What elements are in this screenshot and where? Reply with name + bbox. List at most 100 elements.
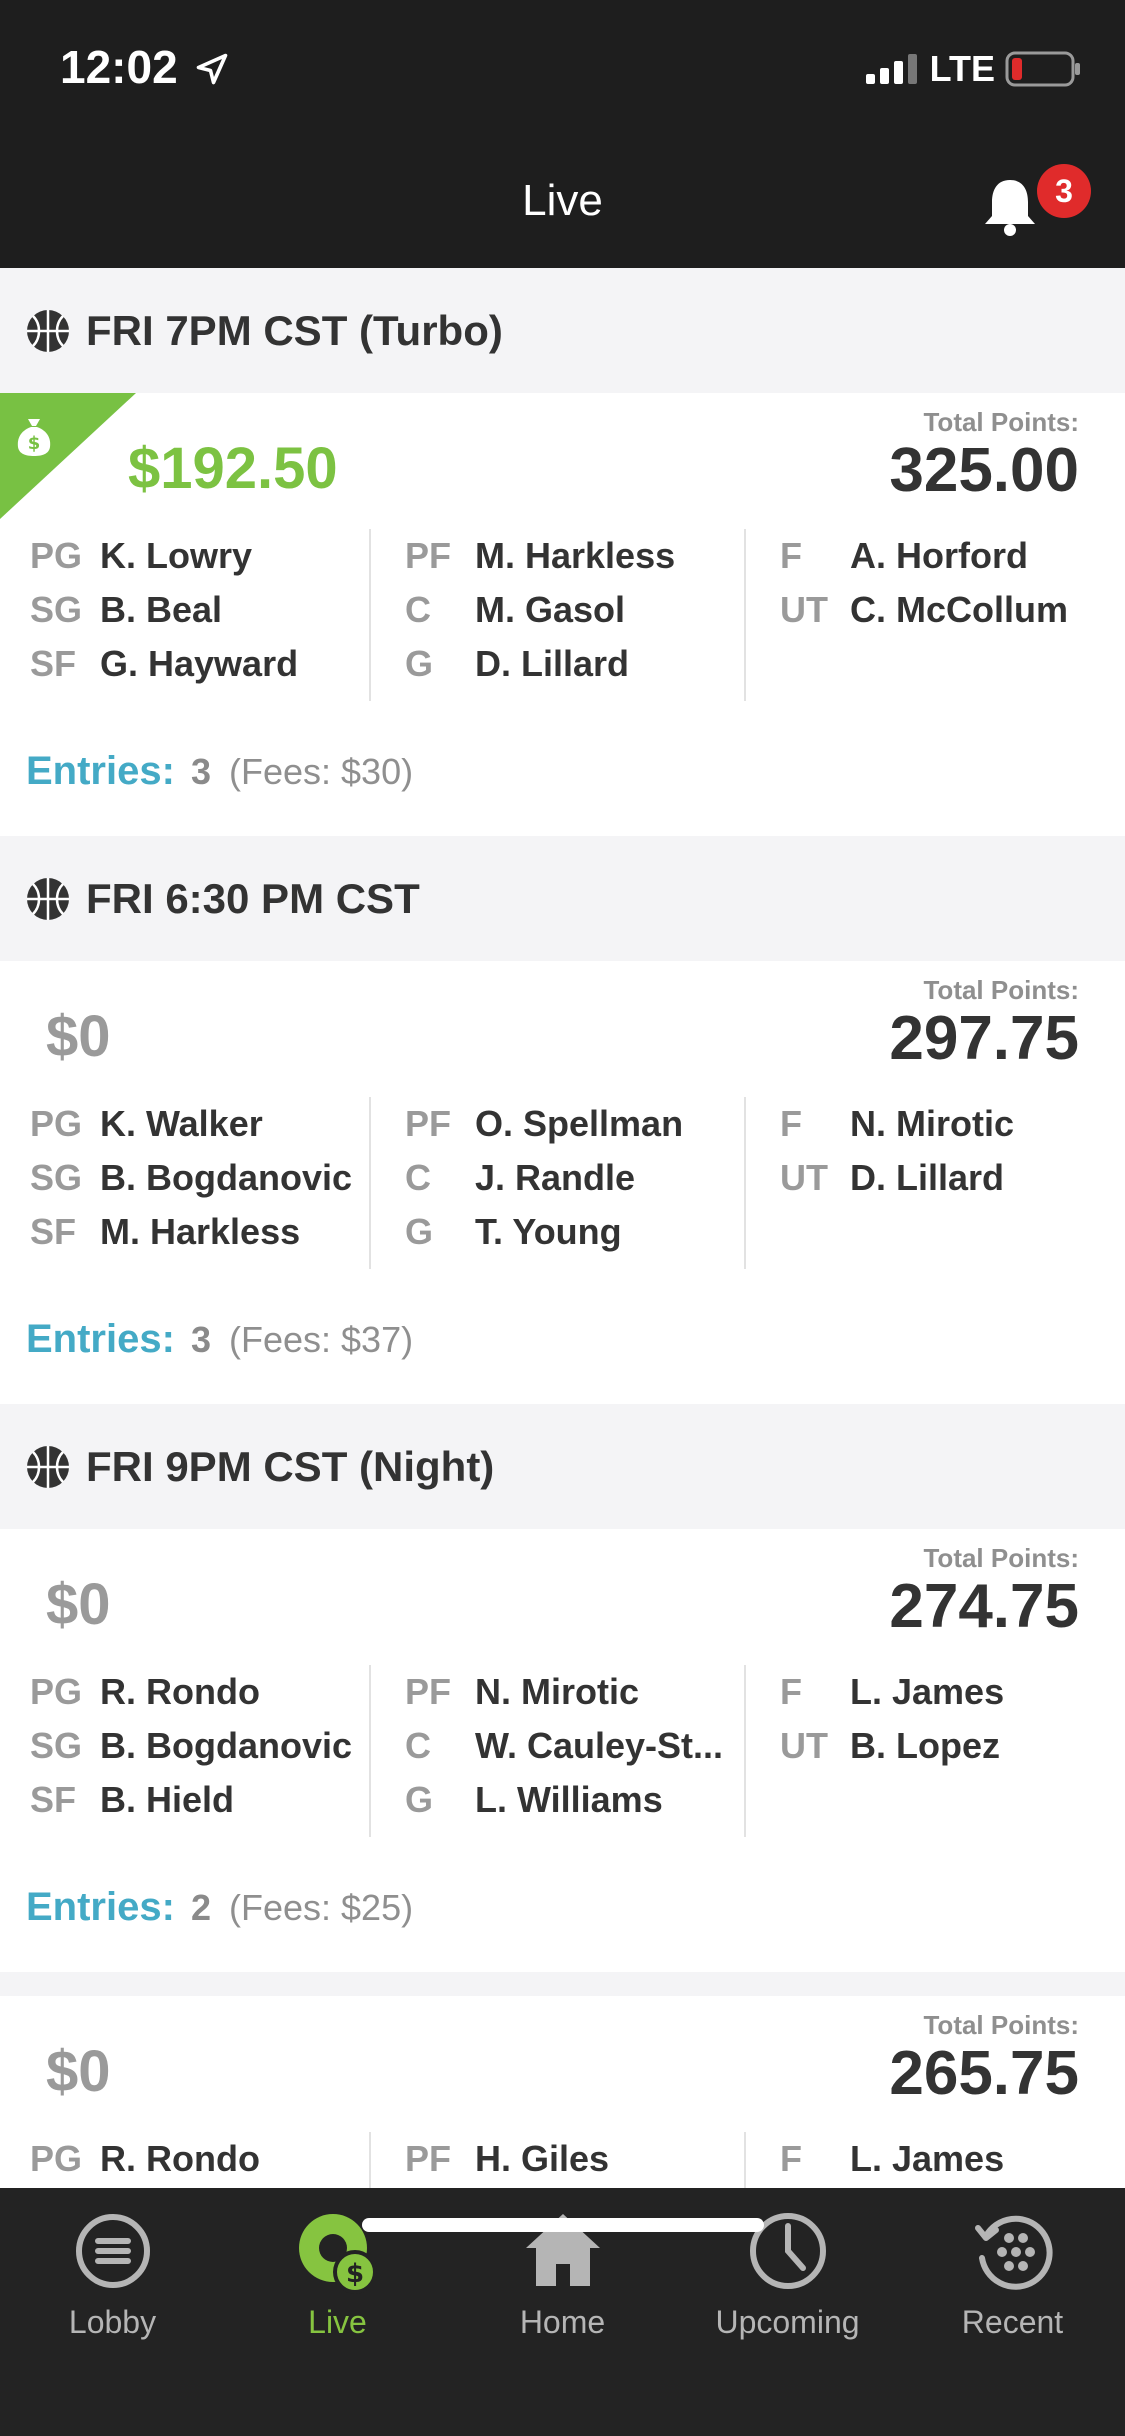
contest-card[interactable]: $0 Total Points: 265.75 PG R. Rondo PF H. … [0, 1996, 1125, 2188]
roster-row: F N. Mirotic [780, 1097, 1100, 1151]
roster-column: PG R. Rondo [30, 2132, 370, 2188]
contest-header[interactable]: FRI 9PM CST (Night) [0, 1404, 1125, 1529]
notification-badge[interactable]: 3 [1037, 164, 1091, 218]
position-label: SG [30, 1725, 83, 1766]
position-label: G [405, 1211, 434, 1252]
contest-list[interactable]: FRI 7PM CST (Turbo) $ $192.50 Total Poin… [0, 268, 1125, 2188]
position-label: F [780, 535, 802, 576]
basketball-icon [27, 877, 69, 920]
position-label: SG [30, 1157, 83, 1198]
player-name: N. Mirotic [850, 1103, 1015, 1144]
roster-row: PG R. Rondo [30, 2132, 370, 2186]
position-label: F [780, 1671, 802, 1712]
roster-row: F L. James [780, 2132, 1100, 2186]
lobby-icon [75, 2214, 150, 2288]
column-divider [369, 1097, 371, 1269]
roster-row: UT D. Lillard [780, 1151, 1100, 1205]
page-title: Live [522, 176, 603, 225]
roster-column: PG K. Walker SG B. Bogdanovic SF M. Harkles… [30, 1097, 370, 1267]
column-divider [369, 529, 371, 701]
position-label: PF [405, 2138, 452, 2179]
roster-row: C M. Gasol [405, 583, 745, 637]
player-name: G. Hayward [100, 643, 299, 684]
roster-column: PF O. Spellman C J. Randle G T. Young [405, 1097, 745, 1267]
roster-row: SF M. Harkless [30, 1205, 370, 1259]
position-label: G [405, 1779, 434, 1820]
basketball-icon [27, 309, 69, 352]
position-label: F [780, 1103, 802, 1144]
winnings-amount: $0 [46, 2039, 111, 2104]
position-label: SF [30, 1779, 77, 1820]
contest-card[interactable]: $ $192.50 Total Points: 325.00 PG K. Lowr… [0, 393, 1125, 836]
battery-icon [1005, 51, 1080, 87]
winnings-amount: $0 [46, 1004, 111, 1069]
roster-row: PF H. Giles [405, 2132, 745, 2186]
svg-text:$: $ [28, 433, 41, 454]
roster-column: PF N. Mirotic C W. Cauley-St... G L. Willia… [405, 1665, 745, 1835]
total-points-label: Total Points: [923, 1543, 1079, 1573]
entries-label: Entries: [26, 749, 175, 793]
total-points-value: 274.75 [889, 1572, 1079, 1641]
contest-card[interactable]: $0 Total Points: 274.75 PG R. Rondo SG B. … [0, 1529, 1125, 1972]
entries-label: Entries: [26, 1317, 175, 1361]
recent-icon [974, 2215, 1053, 2290]
player-name: K. Walker [100, 1103, 263, 1144]
home-indicator[interactable] [362, 2218, 764, 2232]
roster-column: F N. Mirotic UT D. Lillard [780, 1097, 1100, 1267]
tab-lobby[interactable]: Lobby [0, 2206, 225, 2341]
contest-card[interactable]: $0 Total Points: 297.75 PG K. Walker SG B.… [0, 961, 1125, 1404]
section-gap [0, 1972, 1125, 1996]
contest-header[interactable]: FRI 6:30 PM CST [0, 836, 1125, 961]
roster-row: SG B. Beal [30, 583, 370, 637]
position-label: G [405, 643, 434, 684]
roster-row: PF M. Harkless [405, 529, 745, 583]
entries-count: 3 [190, 751, 211, 792]
roster-row: F L. James [780, 1665, 1100, 1719]
position-label: C [405, 589, 431, 630]
roster-column: PF H. Giles [405, 2132, 745, 2188]
tab-label: Home [519, 2304, 606, 2340]
column-divider [744, 1665, 746, 1837]
status-bar: 12:02 LTE [0, 0, 1125, 140]
status-time: 12:02 [60, 40, 230, 94]
player-name: H. Giles [475, 2138, 610, 2179]
player-name: N. Mirotic [475, 1671, 640, 1712]
player-name: B. Lopez [850, 1725, 1000, 1766]
lineup-roster: PG R. Rondo SG B. Bogdanovic SF B. Hield PF… [0, 1665, 1125, 1837]
svg-text:$: $ [345, 2259, 363, 2289]
entries-count: 2 [190, 1887, 211, 1928]
lineup-roster: PG K. Lowry SG B. Beal SF G. Hayward PF M. H… [0, 529, 1125, 701]
player-name: A. Horford [850, 535, 1028, 576]
status-indicators: LTE [865, 48, 1081, 90]
location-arrow-icon [197, 53, 228, 85]
contest-header[interactable]: FRI 7PM CST (Turbo) [0, 268, 1125, 393]
roster-row: C J. Randle [405, 1151, 745, 1205]
money-bag-icon: $ [17, 419, 51, 456]
roster-column: PF M. Harkless C M. Gasol G D. Lillard [405, 529, 745, 699]
roster-column: F L. James UT B. Lopez [780, 1665, 1100, 1835]
network-label: LTE [929, 48, 995, 89]
contest-title: FRI 7PM CST (Turbo) [86, 306, 503, 354]
player-name: D. Lillard [850, 1157, 1005, 1198]
position-label: PG [30, 535, 83, 576]
position-label: C [405, 1725, 431, 1766]
roster-row: G T. Young [405, 1205, 745, 1259]
lineup-roster: PG R. Rondo PF H. Giles F L. James [0, 2132, 1125, 2188]
player-name: B. Bogdanovic [100, 1157, 353, 1198]
column-divider [744, 529, 746, 701]
player-name: R. Rondo [100, 1671, 260, 1712]
player-name: M. Harkless [100, 1211, 301, 1252]
player-name: B. Beal [100, 589, 223, 630]
column-divider [744, 2132, 746, 2188]
nav-bar: Live 3 [0, 140, 1125, 268]
roster-row: UT B. Lopez [780, 1719, 1100, 1773]
tab-recent[interactable]: Recent [900, 2206, 1125, 2341]
position-label: PF [405, 1671, 452, 1712]
total-points-value: 265.75 [889, 2039, 1079, 2108]
player-name: D. Lillard [475, 643, 630, 684]
basketball-icon [27, 1445, 69, 1488]
total-points-value: 325.00 [889, 436, 1079, 505]
entries-count: 3 [190, 1319, 211, 1360]
position-label: UT [780, 589, 828, 630]
total-points-label: Total Points: [923, 975, 1079, 1005]
